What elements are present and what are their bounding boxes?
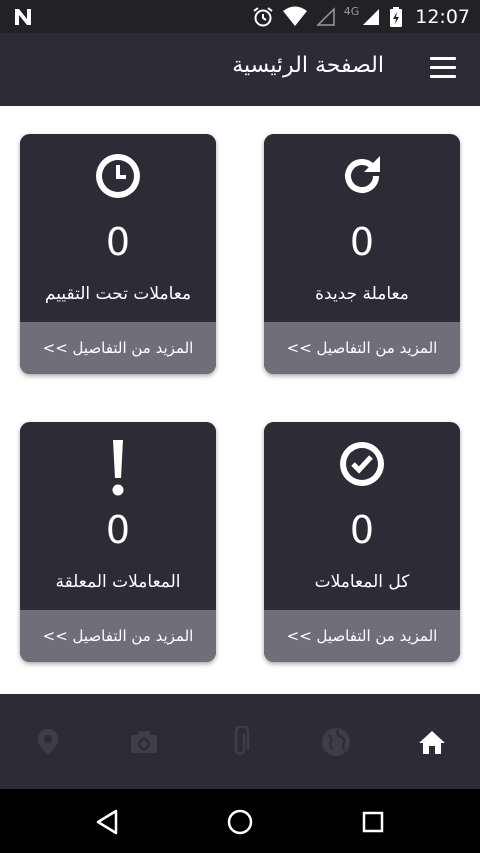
clock-icon xyxy=(96,154,140,198)
back-icon xyxy=(96,809,118,835)
signal-icon xyxy=(363,8,380,25)
battery-charging-icon xyxy=(390,6,403,27)
card-label: كل المعاملات xyxy=(314,572,410,592)
more-details-link[interactable]: المزيد من التفاصيل >> xyxy=(264,322,460,374)
card-label: معاملات تحت التقييم xyxy=(44,284,192,304)
dashboard-content: 0 معاملة جديدة المزيد من التفاصيل >> 0 م… xyxy=(0,106,480,694)
recents-icon xyxy=(362,811,384,833)
home-circle-icon xyxy=(227,809,253,835)
signal-empty-icon xyxy=(315,6,335,26)
status-time: 12:07 xyxy=(415,5,470,28)
alarm-icon xyxy=(253,6,273,26)
app-bar: الصفحة الرئيسية xyxy=(0,33,480,106)
card-count: 0 xyxy=(349,508,375,552)
status-bar: 4G 12:07 xyxy=(0,0,480,33)
card-count: 0 xyxy=(105,508,131,552)
system-navigation-bar xyxy=(0,789,480,853)
camera-icon xyxy=(131,731,157,753)
system-back-button[interactable] xyxy=(92,807,122,837)
nav-camera[interactable] xyxy=(126,724,162,760)
system-home-button[interactable] xyxy=(225,807,255,837)
bottom-navigation xyxy=(0,694,480,789)
card-under-evaluation[interactable]: 0 معاملات تحت التقييم المزيد من التفاصيل… xyxy=(20,134,216,374)
exclamation-icon xyxy=(112,440,124,496)
hamburger-menu-icon[interactable] xyxy=(430,57,456,79)
home-icon xyxy=(419,731,445,754)
attachment-icon xyxy=(234,726,250,756)
more-details-link[interactable]: المزيد من التفاصيل >> xyxy=(20,322,216,374)
location-pin-icon xyxy=(38,729,58,755)
nav-location[interactable] xyxy=(30,724,66,760)
card-count: 0 xyxy=(105,220,131,264)
system-recents-button[interactable] xyxy=(358,807,388,837)
more-details-link[interactable]: المزيد من التفاصيل >> xyxy=(264,610,460,662)
notification-n-icon xyxy=(15,9,31,25)
card-count: 0 xyxy=(349,220,375,264)
refresh-icon xyxy=(345,156,380,193)
card-pending-transactions[interactable]: 0 المعاملات المعلقة المزيد من التفاصيل >… xyxy=(20,422,216,662)
globe-icon xyxy=(322,728,350,756)
nav-globe[interactable] xyxy=(318,724,354,760)
network-type-label: 4G xyxy=(343,5,360,18)
more-details-link[interactable]: المزيد من التفاصيل >> xyxy=(20,610,216,662)
wifi-icon xyxy=(282,6,307,26)
card-label: المعاملات المعلقة xyxy=(55,572,181,592)
check-circle-icon xyxy=(340,442,384,486)
page-title: الصفحة الرئيسية xyxy=(232,53,384,78)
nav-home[interactable] xyxy=(414,724,450,760)
nav-attachment[interactable] xyxy=(222,724,258,760)
card-new-transactions[interactable]: 0 معاملة جديدة المزيد من التفاصيل >> xyxy=(264,134,460,374)
card-all-transactions[interactable]: 0 كل المعاملات المزيد من التفاصيل >> xyxy=(264,422,460,662)
card-label: معاملة جديدة xyxy=(315,284,409,304)
